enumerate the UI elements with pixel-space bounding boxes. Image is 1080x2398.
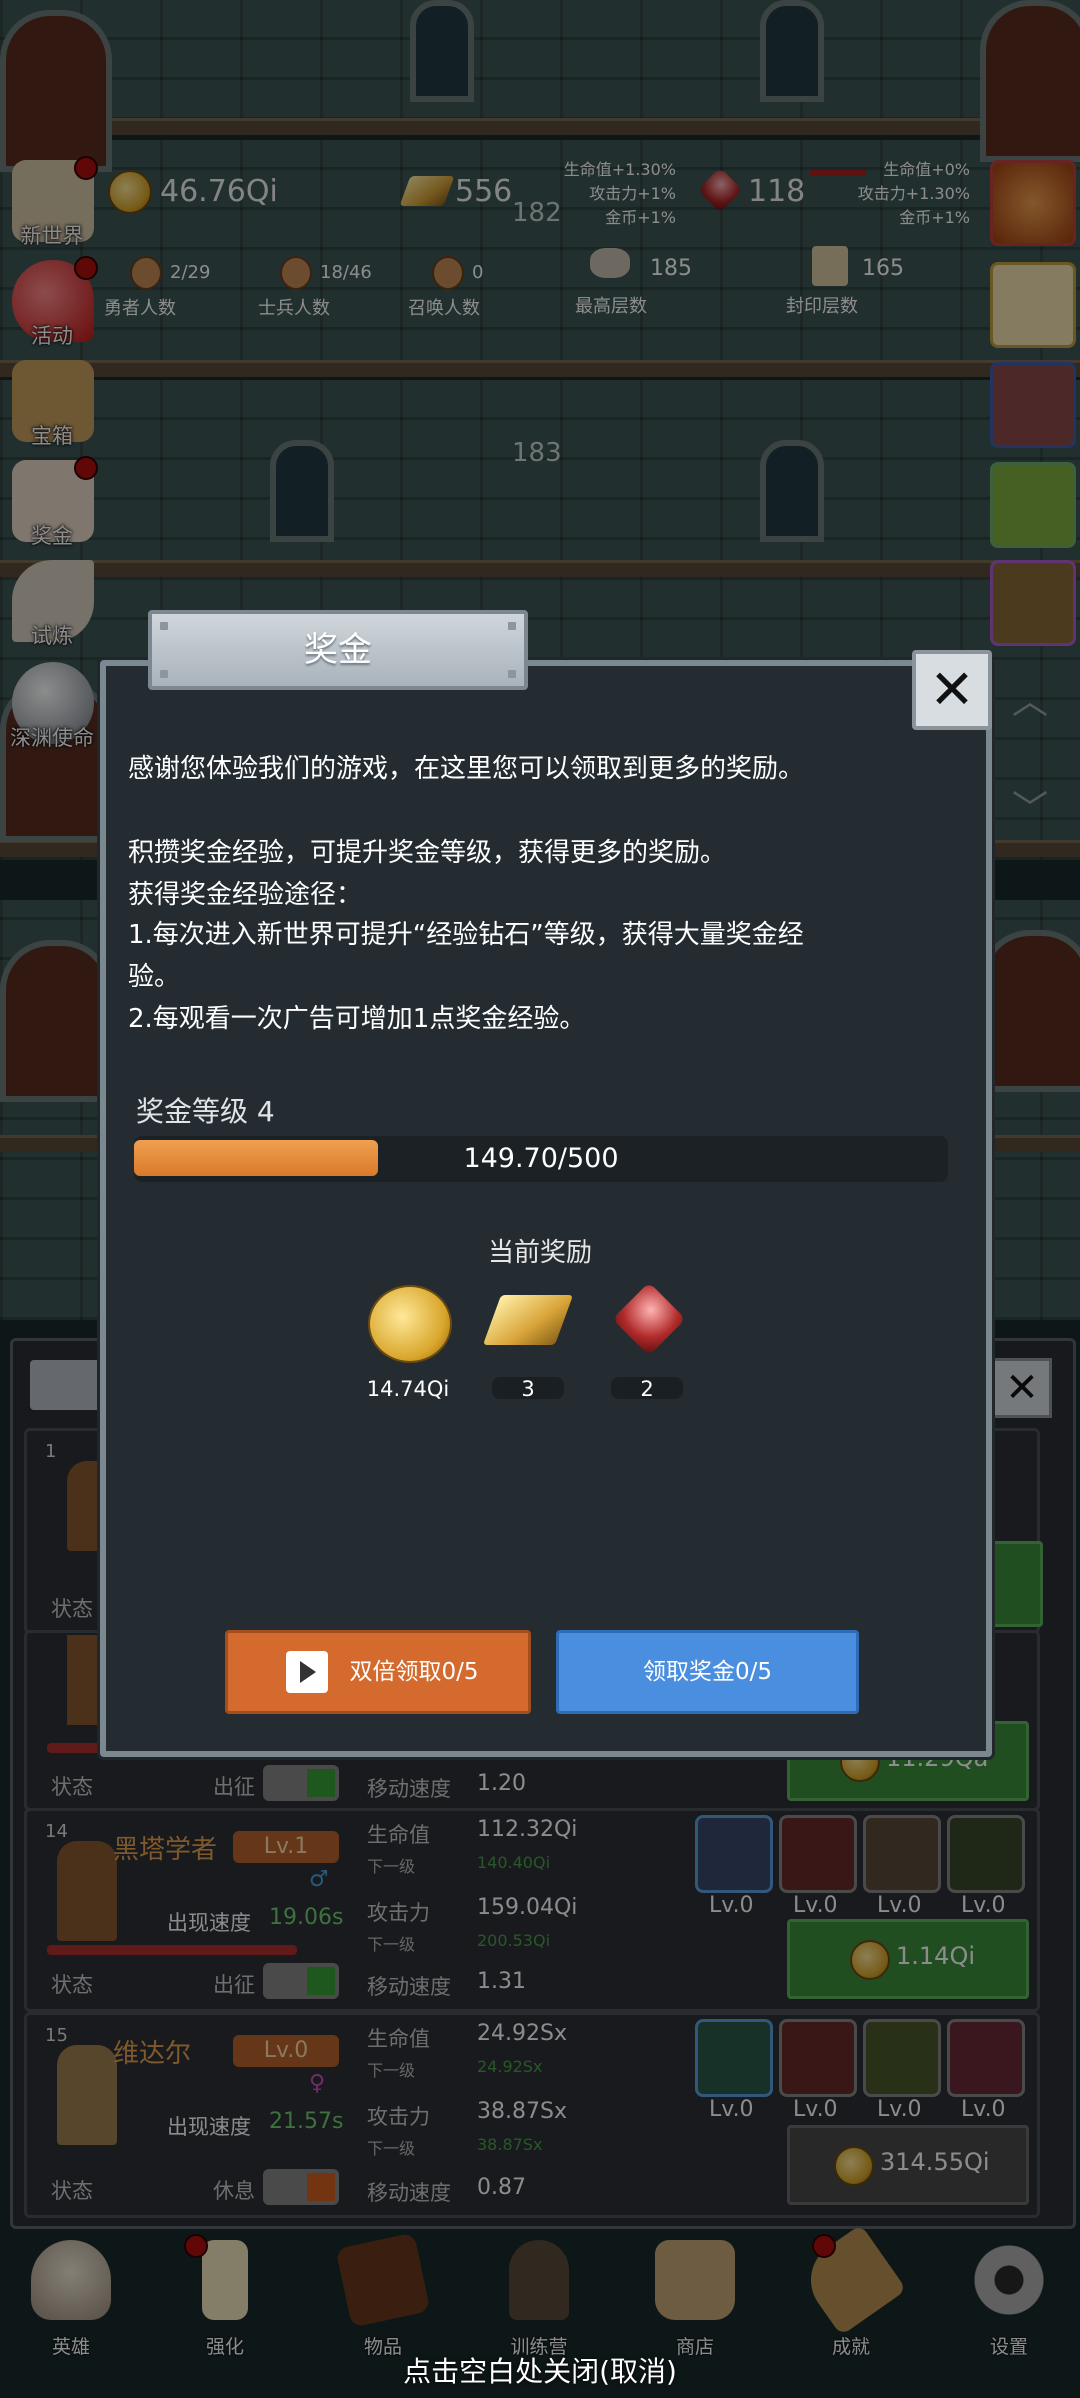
bonus-progress-bar: 149.70/500	[134, 1136, 948, 1182]
close-hint: 点击空白处关闭(取消)	[403, 2355, 677, 2388]
dialog-description: 感谢您体验我们的游戏，在这里您可以领取到更多的奖励。	[128, 754, 805, 784]
dialog-title-plate: 奖金	[148, 610, 528, 690]
bonus-dialog	[100, 660, 992, 1757]
double-claim-button[interactable]: 双倍领取0/5	[225, 1630, 531, 1714]
claim-button[interactable]: 领取奖金0/5	[556, 1630, 859, 1714]
dialog-description: 积攒奖金经验，可提升奖金等级，获得更多的奖励。	[128, 838, 727, 868]
reward-coin-value: 14.74Qi	[366, 1377, 450, 1401]
coin-icon	[368, 1285, 452, 1363]
close-button[interactable]: ✕	[912, 650, 992, 730]
dialog-description: 验。	[128, 962, 181, 992]
dialog-description: 1.每次进入新世界可提升“经验钻石”等级，获得大量奖金经	[128, 920, 804, 950]
reward-gold-value: 3	[521, 1377, 535, 1401]
dialog-description: 2.每观看一次广告可增加1点奖金经验。	[128, 1004, 586, 1034]
claim-label: 领取奖金0/5	[642, 1659, 772, 1685]
bonus-progress-text: 149.70/500	[463, 1143, 619, 1174]
reward-ruby-value: 2	[640, 1377, 654, 1401]
current-reward-title: 当前奖励	[487, 1238, 592, 1268]
double-claim-label: 双倍领取0/5	[349, 1659, 479, 1685]
dialog-description: 获得奖金经验途径：	[128, 880, 363, 910]
dialog-title: 奖金	[304, 630, 372, 670]
close-icon: ✕	[929, 658, 975, 721]
bonus-level: 奖金等级 4	[136, 1095, 275, 1128]
